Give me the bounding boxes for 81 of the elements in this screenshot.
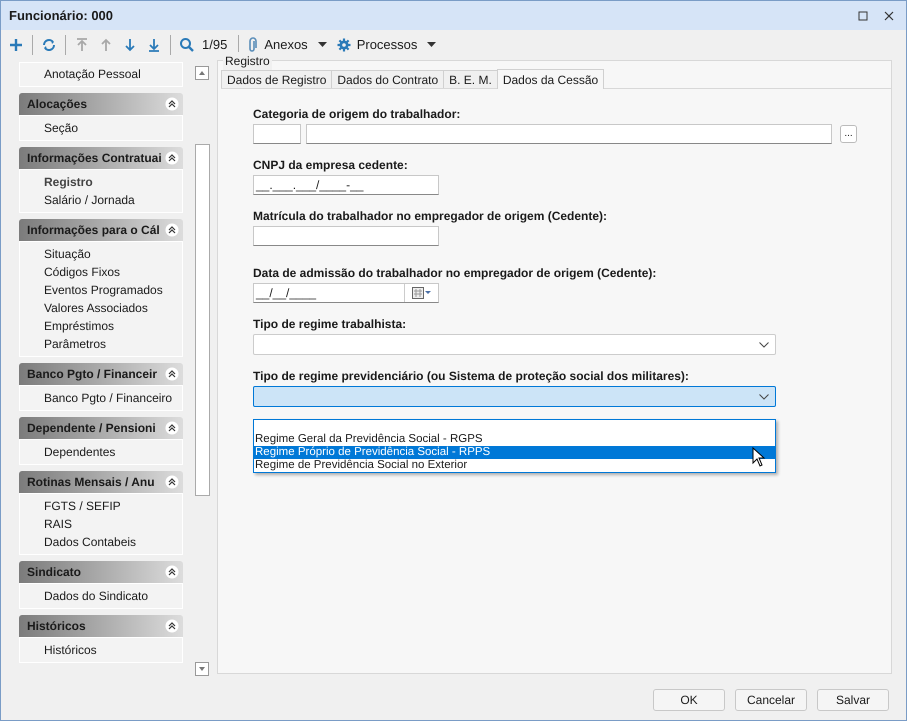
tab[interactable]: Dados de Registro bbox=[221, 70, 332, 88]
collapse-icon[interactable] bbox=[165, 151, 179, 165]
scroll-down-icon[interactable] bbox=[195, 662, 209, 676]
field-label: Matrícula do trabalhador no empregador de origem (Cedente): bbox=[253, 208, 608, 225]
sidebar-item[interactable]: Situação bbox=[20, 245, 182, 263]
group-header[interactable]: Sindicato bbox=[19, 561, 183, 583]
field-label: Categoria de origem do trabalhador: bbox=[253, 106, 462, 123]
date-field[interactable]: __/__/____ bbox=[253, 283, 439, 303]
tab[interactable]: Dados do Contrato bbox=[331, 70, 444, 88]
sidebar-item[interactable]: Registro bbox=[20, 173, 182, 191]
collapse-icon[interactable] bbox=[165, 97, 179, 111]
maximize-icon[interactable] bbox=[858, 10, 868, 20]
chevron-down-icon bbox=[759, 394, 769, 400]
group-header[interactable]: Rotinas Mensais / Anu bbox=[19, 471, 183, 493]
sidebar-item[interactable]: Valores Associados bbox=[20, 299, 182, 317]
field-label: Data de admissão do trabalhador no empregador de origem (Cedente): bbox=[253, 265, 658, 282]
group-title: Sindicato bbox=[27, 564, 82, 581]
tab[interactable]: Dados da Cessão bbox=[496, 69, 604, 89]
group-header[interactable]: Banco Pgto / Financeir bbox=[19, 363, 183, 385]
calendar-icon[interactable] bbox=[412, 287, 432, 299]
code-field[interactable] bbox=[253, 124, 301, 144]
collapse-icon[interactable] bbox=[165, 475, 179, 489]
field-label: Tipo de regime previdenciário (ou Sistema de proteção social dos militares): bbox=[253, 368, 690, 385]
tab[interactable]: B. E. M. bbox=[443, 70, 498, 88]
group-header[interactable]: Alocações bbox=[19, 93, 183, 115]
scrollbar-thumb[interactable] bbox=[194, 144, 210, 496]
collapse-icon[interactable] bbox=[165, 223, 179, 237]
group-header[interactable]: Informações Contratuai bbox=[19, 147, 183, 169]
sidebar-item[interactable]: FGTS / SEFIP bbox=[20, 497, 182, 515]
field-label: CNPJ da empresa cedente: bbox=[253, 157, 409, 174]
collapse-icon[interactable] bbox=[165, 421, 179, 435]
sidebar-item[interactable]: Anotação Pessoal bbox=[20, 65, 182, 83]
group-header[interactable]: Informações para o Cál bbox=[19, 219, 183, 241]
window-title: Funcionário: 000 bbox=[9, 6, 114, 25]
close-icon[interactable] bbox=[884, 10, 894, 20]
group-title: Dependente / Pensioni bbox=[27, 420, 157, 437]
sidebar-item[interactable]: Banco Pgto / Financeiro bbox=[20, 389, 182, 407]
lookup-button[interactable]: ... bbox=[840, 125, 857, 143]
group-title: Registro bbox=[223, 52, 272, 70]
processes-menu[interactable]: Processos bbox=[332, 33, 440, 57]
group-title: Banco Pgto / Financeir bbox=[27, 366, 158, 383]
description-field[interactable] bbox=[306, 124, 832, 144]
caret-icon bbox=[318, 42, 327, 48]
input-field[interactable]: __.___.___/____-__ bbox=[253, 175, 439, 195]
scroll-up-icon[interactable] bbox=[195, 66, 209, 80]
dialog-button[interactable]: OK bbox=[653, 689, 725, 711]
group-title: Informações para o Cál bbox=[27, 222, 161, 239]
sidebar-item[interactable]: Históricos bbox=[20, 641, 182, 659]
group-header[interactable]: Históricos bbox=[19, 615, 183, 637]
group-title: Informações Contratuai bbox=[27, 150, 163, 167]
dialog-button[interactable]: Salvar bbox=[817, 689, 889, 711]
caret-icon bbox=[427, 42, 436, 48]
mouse-cursor-icon bbox=[752, 447, 766, 467]
record-counter: 1/95 bbox=[202, 36, 228, 54]
group-title: Rotinas Mensais / Anu bbox=[27, 474, 156, 491]
dropdown-option[interactable]: Regime Próprio de Previdência Social - RPPS bbox=[254, 446, 775, 459]
sidebar-item[interactable]: Dependentes bbox=[20, 443, 182, 461]
collapse-icon[interactable] bbox=[165, 565, 179, 579]
group-title: Alocações bbox=[27, 96, 88, 113]
chevron-down-icon bbox=[759, 342, 769, 348]
settings-icon bbox=[336, 38, 351, 52]
sidebar-item[interactable]: Seção bbox=[20, 119, 182, 137]
group-header[interactable]: Dependente / Pensioni bbox=[19, 417, 183, 439]
collapse-icon[interactable] bbox=[165, 367, 179, 381]
sidebar-item[interactable]: Parâmetros bbox=[20, 335, 182, 353]
sidebar-item[interactable]: Dados do Sindicato bbox=[20, 587, 182, 605]
dropdown-option[interactable]: Regime de Previdência Social no Exterior bbox=[254, 459, 775, 472]
field-label: Tipo de regime trabalhista: bbox=[253, 316, 408, 333]
input-field[interactable] bbox=[253, 226, 439, 246]
paperclip-icon bbox=[248, 37, 258, 53]
collapse-icon[interactable] bbox=[165, 619, 179, 633]
sidebar-item[interactable]: Salário / Jornada bbox=[20, 191, 182, 209]
sidebar-item[interactable]: Códigos Fixos bbox=[20, 263, 182, 281]
sidebar-item[interactable]: RAIS bbox=[20, 515, 182, 533]
dropdown[interactable] bbox=[253, 386, 776, 407]
sidebar-item[interactable]: Empréstimos bbox=[20, 317, 182, 335]
sidebar-item[interactable]: Eventos Programados bbox=[20, 281, 182, 299]
dropdown-option[interactable]: Regime Geral da Previdência Social - RGPS bbox=[254, 433, 775, 446]
sidebar-item[interactable]: Dados Contabeis bbox=[20, 533, 182, 551]
group-title: Históricos bbox=[27, 618, 87, 635]
dialog-button[interactable]: Cancelar bbox=[735, 689, 807, 711]
